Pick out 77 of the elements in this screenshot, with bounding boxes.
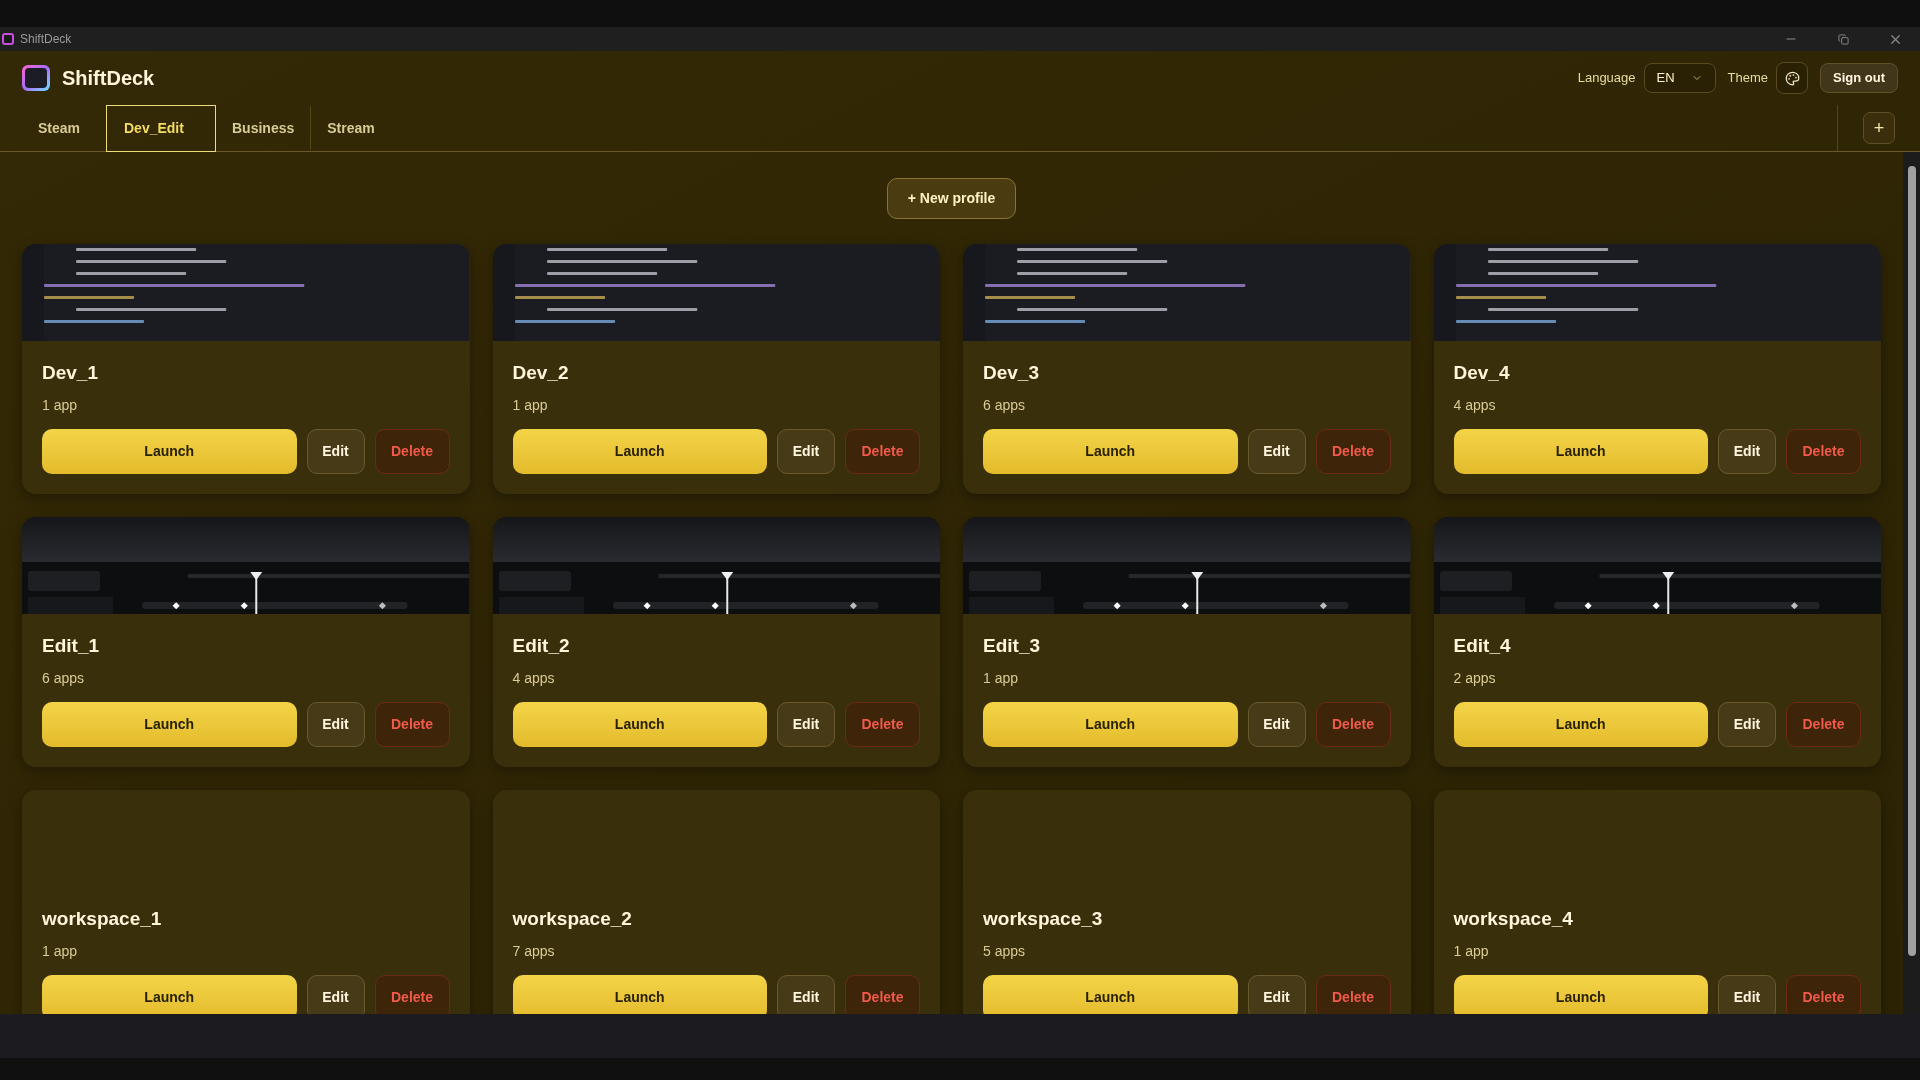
- app-count: 4 apps: [1453, 396, 1496, 415]
- palette-icon: [1784, 70, 1800, 86]
- app-count: 1 app: [983, 669, 1019, 688]
- profile-name: Edit_4: [1453, 634, 1511, 658]
- edit-button[interactable]: Edit: [1718, 702, 1776, 747]
- delete-button[interactable]: Delete: [845, 429, 920, 474]
- profile-name: Edit_1: [42, 634, 100, 658]
- app-count: 4 apps: [512, 669, 555, 688]
- profile-name: Dev_1: [42, 361, 98, 385]
- profile-name: Dev_2: [512, 361, 569, 385]
- edit-button[interactable]: Edit: [306, 975, 365, 1014]
- edit-button[interactable]: Edit: [777, 429, 835, 474]
- launch-button[interactable]: Launch: [42, 702, 297, 747]
- edit-button[interactable]: Edit: [1247, 975, 1306, 1014]
- launch-button[interactable]: Launch: [42, 975, 297, 1014]
- delete-button[interactable]: Delete: [845, 702, 920, 747]
- app-count: 6 apps: [42, 669, 85, 688]
- delete-button[interactable]: Delete: [1315, 975, 1391, 1014]
- theme-button[interactable]: [1776, 62, 1808, 94]
- profile-name: Edit_2: [512, 634, 570, 658]
- edit-button[interactable]: Edit: [306, 429, 365, 474]
- profile-name: Dev_4: [1453, 361, 1510, 385]
- launch-button[interactable]: Launch: [42, 429, 297, 474]
- delete-button[interactable]: Delete: [374, 702, 450, 747]
- delete-button[interactable]: Delete: [1786, 975, 1861, 1014]
- profile-name: Edit_3: [983, 634, 1041, 658]
- edit-button[interactable]: Edit: [1247, 429, 1306, 474]
- delete-button[interactable]: Delete: [845, 975, 920, 1014]
- app-logo-icon: [22, 65, 50, 91]
- sign-out-button[interactable]: Sign out: [1820, 63, 1898, 93]
- tab[interactable]: Dev_Edit: [106, 105, 216, 152]
- app-count: 7 apps: [512, 942, 555, 961]
- edit-button[interactable]: Edit: [1718, 429, 1776, 474]
- launch-button[interactable]: Launch: [1453, 429, 1708, 474]
- delete-button[interactable]: Delete: [374, 975, 450, 1014]
- profile-name: Dev_3: [983, 361, 1039, 385]
- edit-button[interactable]: Edit: [777, 975, 835, 1014]
- app-count: 1 app: [512, 396, 548, 415]
- edit-button[interactable]: Edit: [1718, 975, 1776, 1014]
- delete-button[interactable]: Delete: [1315, 702, 1391, 747]
- tab[interactable]: Stream: [311, 105, 396, 151]
- launch-button[interactable]: Launch: [512, 975, 767, 1014]
- add-tab-button[interactable]: +: [1863, 112, 1895, 144]
- edit-button[interactable]: Edit: [1247, 702, 1306, 747]
- new-profile-button[interactable]: + New profile: [886, 178, 1017, 219]
- language-select[interactable]: EN: [1643, 63, 1716, 93]
- language-label: Language: [1577, 69, 1636, 88]
- delete-button[interactable]: Delete: [374, 429, 450, 474]
- app-name: ShiftDeck: [62, 66, 155, 91]
- scrollbar[interactable]: [1903, 152, 1920, 1014]
- theme-label: Theme: [1727, 69, 1768, 88]
- launch-button[interactable]: Launch: [983, 702, 1238, 747]
- profile-name: workspace_1: [42, 907, 162, 931]
- delete-button[interactable]: Delete: [1786, 429, 1861, 474]
- launch-button[interactable]: Launch: [512, 429, 767, 474]
- app-count: 1 app: [42, 396, 78, 415]
- profile-name: workspace_4: [1453, 907, 1573, 931]
- delete-button[interactable]: Delete: [1315, 429, 1391, 474]
- app-count: 5 apps: [983, 942, 1026, 961]
- launch-button[interactable]: Launch: [1453, 975, 1708, 1014]
- app-count: 6 apps: [983, 396, 1026, 415]
- launch-button[interactable]: Launch: [512, 702, 767, 747]
- launch-button[interactable]: Launch: [983, 975, 1238, 1014]
- edit-button[interactable]: Edit: [306, 702, 365, 747]
- delete-button[interactable]: Delete: [1786, 702, 1861, 747]
- window-title: ShiftDeck: [20, 31, 72, 48]
- tab[interactable]: Steam: [22, 105, 106, 151]
- profile-name: workspace_3: [983, 907, 1103, 931]
- profile-name: workspace_2: [512, 907, 632, 931]
- launch-button[interactable]: Launch: [1453, 702, 1708, 747]
- launch-button[interactable]: Launch: [983, 429, 1238, 474]
- app-count: 2 apps: [1453, 669, 1496, 688]
- edit-button[interactable]: Edit: [777, 702, 835, 747]
- tab[interactable]: Business: [216, 105, 311, 151]
- restore-icon: [1837, 33, 1849, 45]
- app-count: 1 app: [42, 942, 78, 961]
- app-count: 1 app: [1453, 942, 1489, 961]
